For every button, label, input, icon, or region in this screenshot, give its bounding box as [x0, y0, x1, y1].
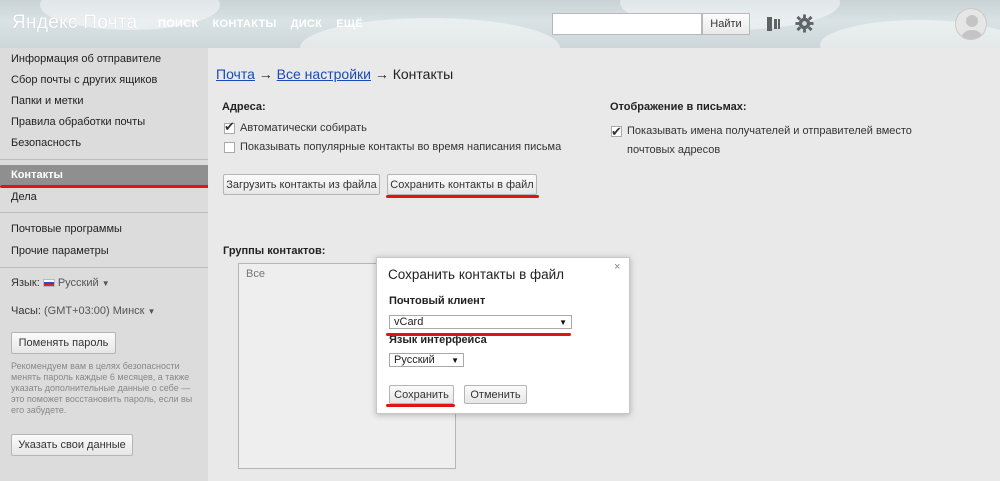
gear-icon[interactable] — [795, 14, 814, 36]
sidebar-divider — [0, 159, 208, 160]
yandex-mail-logo[interactable]: Яндекс Почта — [12, 12, 138, 34]
addresses-title: Адреса: — [222, 101, 266, 113]
sidebar-divider — [0, 267, 208, 268]
mail-client-label: Почтовый клиент — [389, 295, 486, 307]
sidebar-item-rules[interactable]: Правила обработки почты — [0, 112, 208, 132]
sidebar-item-mail-programs[interactable]: Почтовые программы — [0, 219, 208, 239]
chevron-down-icon: ▼ — [559, 318, 567, 327]
highlight-underline — [386, 333, 571, 336]
top-nav: ПОИСК КОНТАКТЫ ДИСК ЕЩЁ — [158, 18, 377, 30]
breadcrumb-mail-link[interactable]: Почта — [216, 66, 255, 82]
auto-collect-checkbox[interactable] — [224, 119, 235, 135]
highlight-underline — [386, 404, 455, 407]
sidebar-item-mail-collector[interactable]: Сбор почты с других ящиков — [0, 70, 208, 90]
upload-contacts-button[interactable]: Загрузить контакты из файла — [223, 174, 380, 195]
close-icon[interactable]: × — [614, 261, 620, 273]
chevron-down-icon[interactable]: ▼ — [148, 307, 156, 316]
russian-flag-icon — [42, 279, 55, 288]
top-header: Яндекс Почта ПОИСК КОНТАКТЫ ДИСК ЕЩЁ Най… — [0, 0, 1000, 48]
breadcrumb-arrow: → — [374, 66, 389, 82]
nav-disk[interactable]: ДИСК — [291, 18, 323, 30]
breadcrumb-all-settings-link[interactable]: Все настройки — [277, 66, 371, 82]
language-row: Язык: Русский ▼ — [11, 277, 110, 289]
sidebar-toggle-icon[interactable] — [766, 15, 782, 36]
nav-search[interactable]: ПОИСК — [158, 18, 199, 30]
page-title: Контакты — [392, 66, 454, 82]
display-title: Отображение в письмах: — [610, 101, 747, 113]
save-contacts-button[interactable]: Сохранить контакты в файл — [387, 174, 537, 195]
show-names-label[interactable]: Показывать имена получателей и отправите… — [627, 122, 951, 160]
show-popular-checkbox[interactable] — [224, 142, 235, 153]
group-all[interactable]: Все — [246, 268, 265, 280]
language-selector[interactable]: Русский — [58, 277, 99, 289]
auto-collect-row: Автоматически собирать — [224, 119, 367, 135]
password-hint: Рекомендуем вам в целях безопасности мен… — [11, 361, 193, 415]
show-popular-label[interactable]: Показывать популярные контакты во время … — [240, 141, 561, 153]
sidebar-item-sender-info[interactable]: Информация об отправителе — [0, 49, 208, 69]
chevron-down-icon: ▼ — [451, 356, 459, 365]
mail-client-value: vCard — [394, 316, 424, 328]
sidebar-item-folders[interactable]: Папки и метки — [0, 91, 208, 111]
dialog-save-button[interactable]: Сохранить — [389, 385, 454, 404]
nav-more[interactable]: ЕЩЁ — [336, 18, 363, 30]
search-input[interactable] — [552, 13, 702, 35]
interface-language-select[interactable]: Русский ▼ — [389, 353, 464, 367]
language-label: Язык: — [11, 277, 40, 289]
auto-collect-label[interactable]: Автоматически собирать — [240, 122, 367, 134]
contact-groups-title: Группы контактов: — [223, 245, 326, 257]
interface-language-value: Русский — [394, 354, 435, 366]
sidebar-item-contacts[interactable]: Контакты — [0, 165, 208, 185]
show-names-row: Показывать имена получателей и отправите… — [611, 122, 951, 160]
nav-contacts[interactable]: КОНТАКТЫ — [213, 18, 277, 30]
highlight-underline — [0, 185, 209, 188]
show-popular-row: Показывать популярные контакты во время … — [224, 141, 561, 153]
settings-sidebar: Информация об отправителе Сбор почты с д… — [0, 48, 208, 481]
timezone-selector[interactable]: (GMT+03:00) Минск — [44, 305, 144, 317]
change-password-button[interactable]: Поменять пароль — [11, 332, 116, 354]
breadcrumb-arrow: → — [258, 66, 273, 82]
your-data-button[interactable]: Указать свои данные — [11, 434, 133, 456]
search-button[interactable]: Найти — [702, 13, 750, 35]
dialog-title: Сохранить контакты в файл — [388, 267, 565, 282]
show-names-checkbox[interactable] — [611, 122, 622, 141]
breadcrumb: Почта → Все настройки → Контакты — [216, 66, 453, 82]
mail-client-select[interactable]: vCard ▼ — [389, 315, 572, 329]
highlight-underline — [386, 195, 539, 198]
sidebar-item-tasks[interactable]: Дела — [0, 187, 208, 207]
dialog-cancel-button[interactable]: Отменить — [464, 385, 527, 404]
avatar-icon[interactable] — [955, 8, 987, 40]
sidebar-item-security[interactable]: Безопасность — [0, 133, 208, 153]
sidebar-divider — [0, 212, 208, 213]
chevron-down-icon[interactable]: ▼ — [102, 279, 110, 288]
timezone-row: Часы: (GMT+03:00) Минск ▼ — [11, 305, 155, 317]
sidebar-item-other[interactable]: Прочие параметры — [0, 241, 208, 261]
timezone-label: Часы: — [11, 305, 41, 317]
